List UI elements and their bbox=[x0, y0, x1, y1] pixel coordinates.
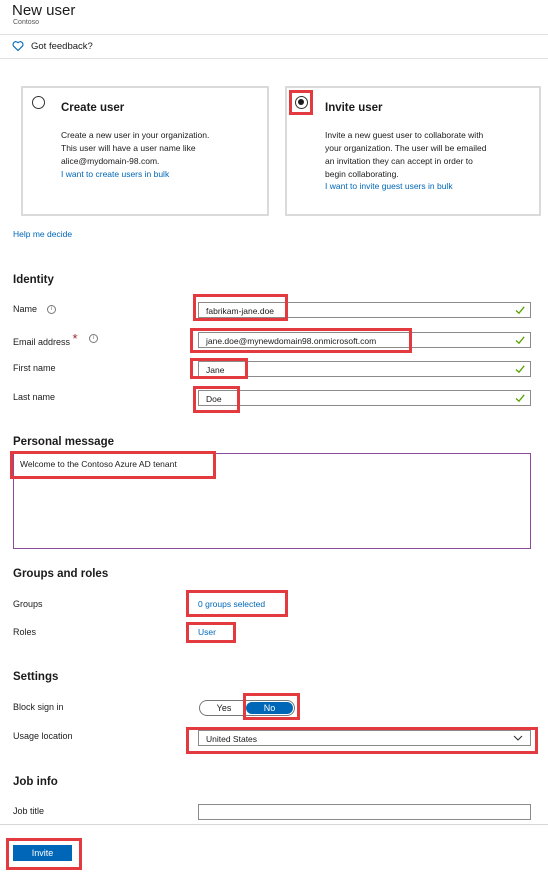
groups-roles-title: Groups and roles bbox=[13, 568, 109, 580]
name-input-value: fabrikam-jane.doe bbox=[206, 306, 275, 316]
email-input-value: jane.doe@mynewdomain98.onmicrosoft.com bbox=[206, 336, 377, 346]
feedback-button[interactable]: Got feedback? bbox=[31, 41, 93, 52]
name-input[interactable]: fabrikam-jane.doe bbox=[198, 302, 531, 318]
email-label-text: Email address bbox=[13, 337, 71, 347]
job-title-label: Job title bbox=[13, 806, 45, 816]
email-input[interactable]: jane.doe@mynewdomain98.onmicrosoft.com bbox=[198, 332, 531, 348]
personal-message-title: Personal message bbox=[13, 436, 115, 448]
groups-selector-link[interactable]: 0 groups selected bbox=[198, 599, 265, 609]
groups-label: Groups bbox=[13, 599, 43, 609]
job-info-title: Job info bbox=[13, 776, 58, 788]
radio-selected-dot bbox=[298, 99, 304, 105]
block-sign-in-label: Block sign in bbox=[13, 702, 64, 712]
invite-user-radio[interactable] bbox=[295, 96, 308, 109]
usage-location-select[interactable]: United States bbox=[198, 730, 531, 746]
personal-message-value: Welcome to the Contoso Azure AD tenant bbox=[20, 459, 177, 469]
check-icon bbox=[515, 306, 525, 315]
roles-label: Roles bbox=[13, 627, 37, 637]
first-name-input-value: Jane bbox=[206, 365, 225, 375]
check-icon bbox=[515, 336, 525, 345]
page-title: New user bbox=[12, 2, 76, 19]
info-icon[interactable]: i bbox=[47, 305, 56, 314]
personal-message-textarea[interactable]: Welcome to the Contoso Azure AD tenant bbox=[13, 453, 531, 549]
last-name-input[interactable]: Doe bbox=[198, 390, 531, 406]
toggle-no-option[interactable]: No bbox=[246, 702, 293, 714]
settings-title: Settings bbox=[13, 671, 59, 683]
create-user-desc-line: Create a new user in your organization. bbox=[61, 130, 210, 140]
usage-location-label: Usage location bbox=[13, 731, 73, 741]
roles-selector-link[interactable]: User bbox=[198, 627, 216, 637]
create-user-description: Create a new user in your organization. … bbox=[61, 129, 209, 168]
usage-location-value: United States bbox=[206, 734, 258, 744]
toggle-yes-option[interactable]: Yes bbox=[200, 701, 248, 715]
last-name-input-value: Doe bbox=[206, 394, 222, 404]
info-icon[interactable]: i bbox=[89, 334, 98, 343]
create-user-desc-line: alice@mydomain-98.com. bbox=[61, 156, 160, 166]
check-icon bbox=[515, 365, 525, 374]
page-subtitle: Contoso bbox=[13, 19, 40, 26]
invite-users-bulk-link[interactable]: I want to invite guest users in bulk bbox=[325, 181, 453, 191]
footer-bar bbox=[0, 824, 548, 872]
invite-user-desc-line: an invitation they can accept in order t… bbox=[325, 156, 473, 166]
chevron-down-icon bbox=[513, 735, 523, 741]
first-name-input[interactable]: Jane bbox=[198, 361, 531, 377]
invite-user-desc-line: Invite a new guest user to collaborate w… bbox=[325, 130, 484, 140]
first-name-label: First name bbox=[13, 363, 56, 373]
invite-user-desc-line: begin collaborating. bbox=[325, 169, 399, 179]
help-me-decide-link[interactable]: Help me decide bbox=[13, 229, 72, 239]
name-label: Name bbox=[13, 304, 38, 314]
check-icon bbox=[515, 394, 525, 403]
heart-icon[interactable] bbox=[12, 40, 24, 52]
invite-user-title: Invite user bbox=[325, 102, 383, 114]
create-user-title: Create user bbox=[61, 102, 125, 114]
block-sign-in-toggle[interactable]: Yes No bbox=[199, 700, 295, 716]
job-title-input[interactable] bbox=[198, 804, 531, 820]
identity-section-title: Identity bbox=[13, 274, 54, 286]
invite-user-desc-line: your organization. The user will be emai… bbox=[325, 143, 487, 153]
create-user-radio[interactable] bbox=[32, 96, 45, 109]
create-user-desc-line: This user will have a user name like bbox=[61, 143, 196, 153]
invite-button[interactable]: Invite bbox=[13, 845, 72, 861]
required-marker: * bbox=[72, 331, 78, 346]
last-name-label: Last name bbox=[13, 392, 56, 402]
email-label: Email address * bbox=[13, 331, 78, 348]
invite-user-description: Invite a new guest user to collaborate w… bbox=[325, 129, 486, 181]
create-users-bulk-link[interactable]: I want to create users in bulk bbox=[61, 169, 169, 179]
